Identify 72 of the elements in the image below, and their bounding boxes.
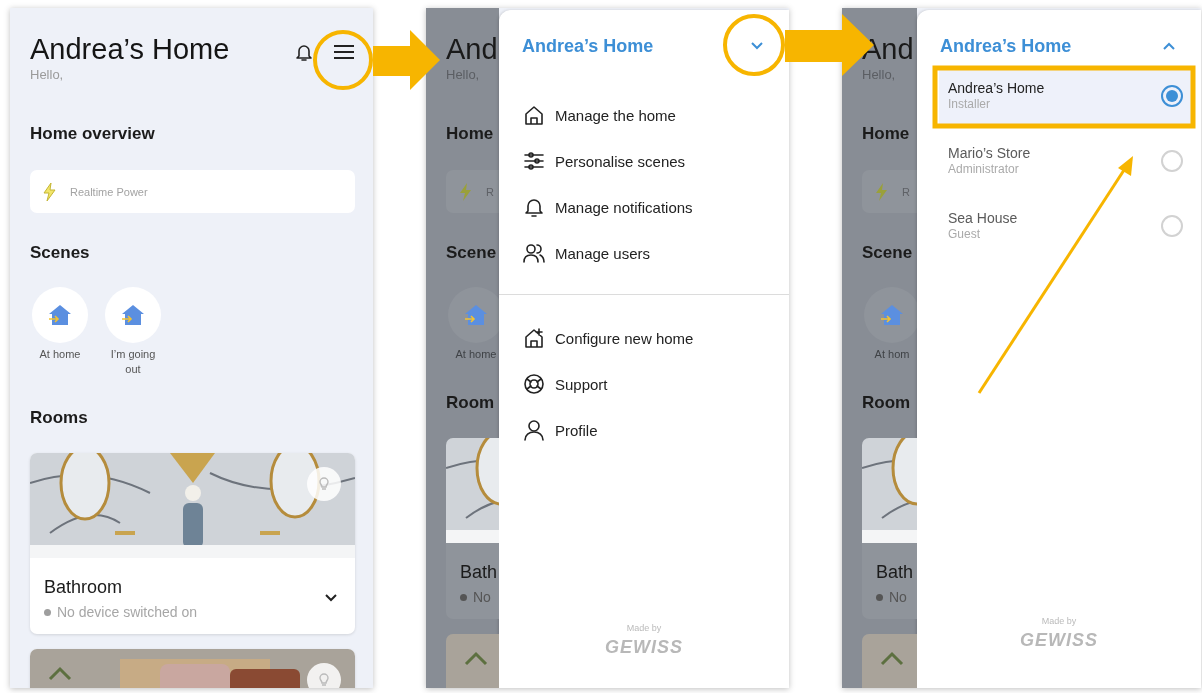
menu-item[interactable]: Manage notifications: [523, 184, 693, 230]
room-status: No: [473, 589, 491, 605]
home-name: Mario’s Store: [948, 145, 1031, 162]
section-heading: Home: [446, 124, 495, 144]
lifebuoy-icon: [523, 373, 545, 395]
section-heading: Scene: [446, 243, 498, 263]
room-name: Bath: [460, 561, 499, 583]
brand-logo: GEWISS: [1020, 630, 1098, 651]
radio-button[interactable]: [1161, 85, 1183, 107]
brand-logo: GEWISS: [605, 637, 683, 658]
app-title: Andrea’s Home: [30, 32, 231, 66]
home-role: Guest: [948, 227, 981, 242]
home-name: Andrea’s Home: [948, 80, 1045, 97]
home-role: Administrator: [948, 162, 1020, 177]
greeting: Hello,: [30, 66, 65, 84]
home-title: Andrea’s Home: [940, 35, 1072, 57]
lightbulb-icon: [318, 672, 330, 688]
lightning-icon: [458, 181, 472, 202]
section-heading: Home overview: [30, 124, 156, 144]
scene-label: I’m going out: [109, 347, 157, 377]
section-heading: Room: [862, 393, 912, 413]
highlight-circle: [723, 14, 785, 76]
room-status: No device switched on: [57, 604, 198, 620]
scene-house-icon: [47, 303, 73, 327]
menu-item[interactable]: Manage the home: [523, 92, 676, 138]
section-heading: Scene: [862, 243, 914, 263]
scene-house-icon: [120, 303, 146, 327]
person-icon: [523, 419, 545, 441]
chevron-icon[interactable]: [325, 594, 337, 602]
home-item[interactable]: Sea House Guest: [939, 198, 1191, 254]
home-item[interactable]: Andrea’s Home Installer: [939, 68, 1191, 124]
lightning-icon: [42, 181, 56, 202]
room-name: Bath: [876, 561, 915, 583]
scene-button[interactable]: [105, 287, 161, 343]
scene-button[interactable]: [32, 287, 88, 343]
sliders-icon: [523, 150, 545, 172]
room-name: Bathroom: [44, 576, 124, 598]
section-heading: Home: [862, 124, 911, 144]
radio-button[interactable]: [1161, 150, 1183, 172]
menu-button[interactable]: [333, 44, 355, 60]
house-icon: [523, 104, 545, 126]
scene-house-icon: [463, 303, 489, 327]
highlight-circle: [313, 30, 373, 90]
menu-item[interactable]: Manage users: [523, 230, 651, 276]
section-heading: Scenes: [30, 243, 91, 263]
room-status: No: [889, 589, 907, 605]
section-heading: Room: [446, 393, 496, 413]
home-role: Installer: [948, 97, 992, 112]
status-dot: [44, 608, 51, 616]
scene-house-icon: [879, 303, 905, 327]
menu-item[interactable]: Support: [523, 361, 608, 407]
section-heading: Rooms: [30, 408, 89, 428]
notifications-button[interactable]: [295, 42, 313, 62]
scene-label: At home: [38, 347, 82, 362]
users-icon: [523, 242, 545, 264]
app-title: And: [446, 32, 499, 66]
house-plus-icon: [523, 327, 545, 349]
status-dot: [876, 593, 883, 601]
lightbulb-icon: [318, 476, 330, 492]
lightning-icon: [874, 181, 888, 202]
menu-item[interactable]: Profile: [523, 407, 598, 453]
status-dot: [460, 593, 467, 601]
bell-icon: [523, 196, 545, 218]
home-title: Andrea’s Home: [522, 35, 654, 57]
scene-label: At home: [454, 347, 498, 362]
menu-item[interactable]: Configure new home: [523, 315, 694, 361]
radio-button[interactable]: [1161, 215, 1183, 237]
scene-label: At hom: [873, 347, 911, 362]
card-label: Realtime Power: [70, 185, 148, 198]
home-name: Sea House: [948, 210, 1018, 227]
menu-item[interactable]: Personalise scenes: [523, 138, 686, 184]
callout-arrow: [373, 30, 440, 90]
